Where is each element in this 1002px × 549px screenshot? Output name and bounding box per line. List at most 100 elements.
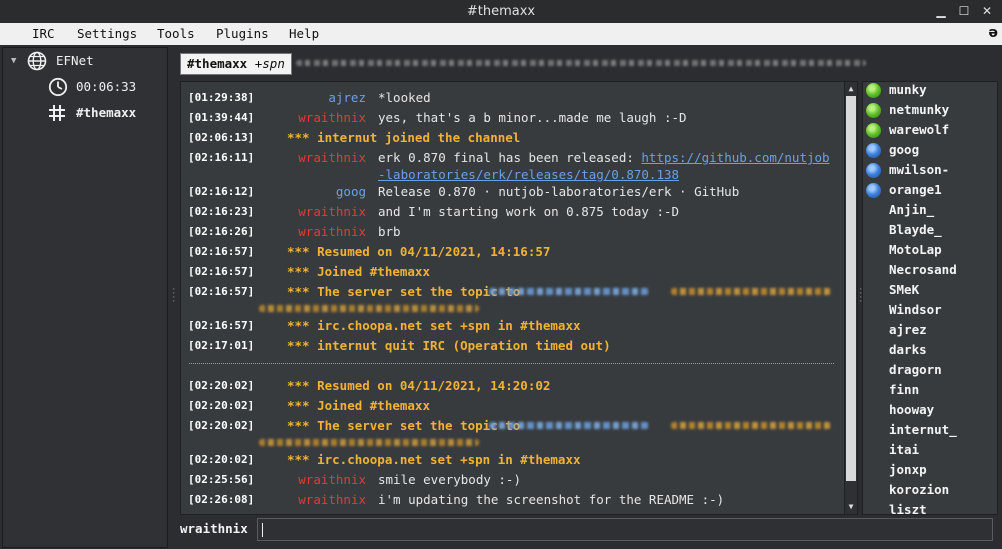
topic-redacted <box>671 422 831 429</box>
nick-list-item[interactable]: ajrez <box>889 320 927 340</box>
voice-status-icon <box>866 143 881 158</box>
topic-channel: #themaxx <box>187 56 248 71</box>
message-input[interactable] <box>257 518 993 541</box>
nick-list-item[interactable]: mwilson- <box>889 160 949 180</box>
close-button[interactable]: ✕ <box>979 3 995 19</box>
chat-display[interactable]: [01:29:38] ajrez *looked [01:39:44] wraithni… <box>180 81 858 515</box>
tree-network-efnet[interactable]: ▼ EFNet <box>3 49 165 73</box>
scroll-up-arrow-icon[interactable]: ▲ <box>845 83 857 95</box>
nick-list-item[interactable]: korozion <box>889 480 949 500</box>
chat-scrollbar[interactable]: ▲ ▼ <box>844 82 857 514</box>
resume-separator <box>189 363 834 364</box>
timestamp: [02:16:57] <box>188 245 255 258</box>
menu-tools[interactable]: Tools <box>157 26 195 41</box>
nick-list[interactable]: munky netmunky warewolf goog mwilson-orange1… <box>862 81 998 515</box>
system-text: *** Resumed on 04/11/2021, 14:16:57 <box>287 244 551 259</box>
nick-list-item[interactable]: Anjin_ <box>889 200 934 220</box>
message-text: Release 0.870 · nutjob-laboratories/erk … <box>378 183 836 200</box>
nick-list-item[interactable]: Blayde_ <box>889 220 942 240</box>
topic-redacted <box>489 288 649 295</box>
timestamp: [01:29:38] <box>188 91 255 104</box>
tree-uptime: 00:06:33 <box>3 75 165 99</box>
op-status-icon <box>866 103 881 118</box>
topic-redacted <box>259 439 479 446</box>
channel-mode-label: #themaxx +spn <box>180 53 292 75</box>
system-text: *** The server set the topic to <box>287 418 521 433</box>
message-text: *looked <box>378 89 836 106</box>
network-name: EFNet <box>56 53 94 68</box>
message-nick[interactable]: wraithnix <box>298 223 366 240</box>
message-body: smile everybody :-) <box>378 472 521 487</box>
nick-list-item[interactable]: jonxp <box>889 460 927 480</box>
globe-icon <box>27 51 47 71</box>
system-text: *** internut joined the channel <box>287 130 521 145</box>
minimize-button[interactable]: ▁ <box>933 3 949 19</box>
timestamp: [01:39:44] <box>188 111 255 124</box>
timestamp: [02:16:12] <box>188 185 255 198</box>
nick-list-item[interactable]: orange1 <box>889 180 942 200</box>
message-text: brb <box>378 223 836 240</box>
topic-modes: +spn <box>254 56 285 71</box>
text-caret <box>262 523 263 537</box>
message-nick[interactable]: wraithnix <box>298 149 366 166</box>
nick-list-item[interactable]: internut_ <box>889 420 957 440</box>
scroll-down-arrow-icon[interactable]: ▼ <box>845 501 857 513</box>
nick-list-item[interactable]: warewolf <box>889 120 949 140</box>
nick-list-item[interactable]: netmunky <box>889 100 949 120</box>
sidebar-splitter[interactable]: · · · · <box>171 286 176 307</box>
message-nick[interactable]: wraithnix <box>298 109 366 126</box>
menu-irc[interactable]: IRC <box>32 26 55 41</box>
timestamp: [02:16:57] <box>188 265 255 278</box>
nick-list-item[interactable]: dragorn <box>889 360 942 380</box>
nick-list-item[interactable]: itai <box>889 440 919 460</box>
nick-list-item[interactable]: darks <box>889 340 927 360</box>
topic-bar: #themaxx +spn <box>180 53 996 75</box>
uptime-label: 00:06:33 <box>76 79 137 94</box>
menu-plugins[interactable]: Plugins <box>216 26 269 41</box>
clock-icon <box>48 77 68 97</box>
nick-list-item[interactable]: Necrosand <box>889 260 957 280</box>
message-nick[interactable]: wraithnix <box>298 203 366 220</box>
timestamp: [02:16:23] <box>188 205 255 218</box>
system-text: *** irc.choopa.net set +spn in #themaxx <box>287 452 581 467</box>
scroll-thumb[interactable] <box>846 96 856 481</box>
timestamp: [02:16:57] <box>188 319 255 332</box>
nick-list-item[interactable]: MotoLap <box>889 240 942 260</box>
timestamp: [02:06:13] <box>188 131 255 144</box>
menu-help[interactable]: Help <box>289 26 319 41</box>
message-body: brb <box>378 224 401 239</box>
message-nick[interactable]: wraithnix <box>298 471 366 488</box>
message-body: i'm updating the screenshot for the READ… <box>378 492 725 507</box>
maximize-button[interactable]: ☐ <box>956 3 972 19</box>
timestamp: [02:16:57] <box>188 285 255 298</box>
nick-list-item[interactable]: finn <box>889 380 919 400</box>
topic-text-redacted <box>296 60 866 66</box>
message-nick[interactable]: wraithnix <box>298 491 366 508</box>
message-body: erk 0.870 final has been released: <box>378 150 642 165</box>
system-text: *** internut quit IRC (Operation timed o… <box>287 338 611 353</box>
nick-list-item[interactable]: goog <box>889 140 919 160</box>
message-nick[interactable]: goog <box>336 183 366 200</box>
timestamp: [02:20:02] <box>188 379 255 392</box>
system-text: *** irc.choopa.net set +spn in #themaxx <box>287 318 581 333</box>
system-text: *** Resumed on 04/11/2021, 14:20:02 <box>287 378 551 393</box>
nick-list-item[interactable]: Windsor <box>889 300 942 320</box>
message-body: and I'm starting work on 0.875 today :-D <box>378 204 680 219</box>
timestamp: [02:20:02] <box>188 399 255 412</box>
voice-status-icon <box>866 183 881 198</box>
menu-settings[interactable]: Settings <box>77 26 137 41</box>
topic-redacted <box>259 305 479 312</box>
erk-logo-icon[interactable]: ə <box>989 25 999 41</box>
nick-list-item[interactable]: SMeK <box>889 280 919 300</box>
nick-list-item[interactable]: munky <box>889 82 927 100</box>
nick-list-item[interactable]: liszt <box>889 500 927 514</box>
title-bar: #themaxx ▁ ☐ ✕ <box>0 0 1002 23</box>
message-nick[interactable]: ajrez <box>328 89 366 106</box>
message-text: i'm updating the screenshot for the READ… <box>378 491 836 508</box>
tree-channel-themaxx[interactable]: #themaxx <box>3 101 165 125</box>
nick-list-item[interactable]: hooway <box>889 400 934 420</box>
collapse-arrow-icon[interactable]: ▼ <box>11 49 16 73</box>
op-status-icon <box>866 83 881 98</box>
timestamp: [02:17:01] <box>188 339 255 352</box>
timestamp: [02:20:02] <box>188 453 255 466</box>
